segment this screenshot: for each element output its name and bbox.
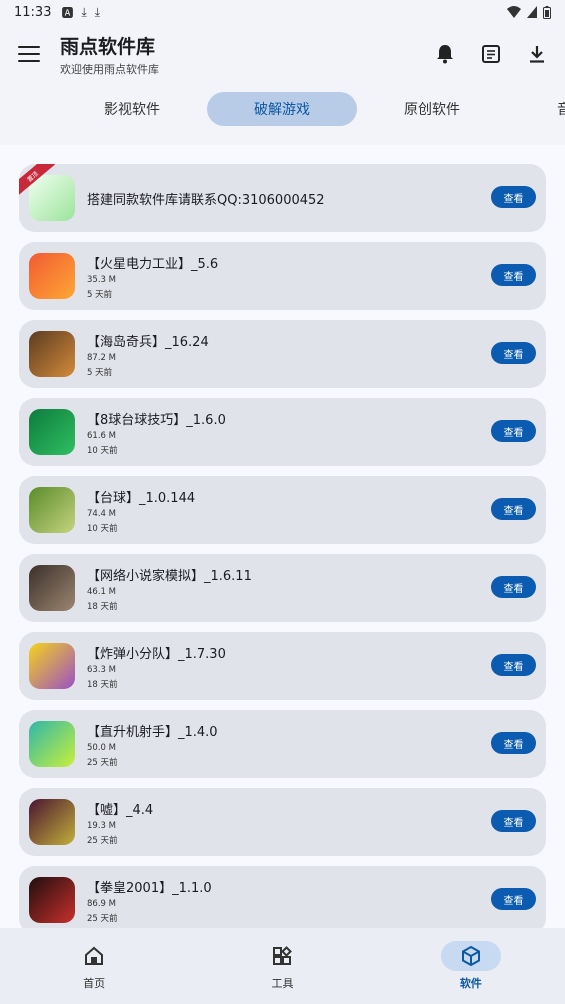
tab-cracked-games[interactable]: 破解游戏 <box>207 92 357 126</box>
app-size: 35.3 M <box>87 274 116 285</box>
view-button[interactable]: 查看 <box>491 264 536 286</box>
list-item[interactable]: 【炸弹小分队】_1.7.30 63.3 M 18 天前 查看 <box>19 632 546 700</box>
app-size: 50.0 M <box>87 742 116 753</box>
page-subtitle: 欢迎使用雨点软件库 <box>60 62 159 76</box>
app-name: 搭建同款软件库请联系QQ:3106000452 <box>87 192 325 208</box>
app-icon <box>29 643 75 689</box>
view-button[interactable]: 查看 <box>491 810 536 832</box>
app-icon <box>29 175 75 221</box>
view-button[interactable]: 查看 <box>491 342 536 364</box>
app-icon <box>29 331 75 377</box>
app-time: 5 天前 <box>87 289 113 300</box>
list-item[interactable]: 【直升机射手】_1.4.0 50.0 M 25 天前 查看 <box>19 710 546 778</box>
app-size: 63.3 M <box>87 664 116 675</box>
menu-icon[interactable] <box>18 46 40 62</box>
download-status-icon-2: ⤓ <box>94 4 101 19</box>
app-size: 19.3 M <box>87 820 116 831</box>
notes-icon[interactable] <box>481 44 501 64</box>
page-title: 雨点软件库 <box>60 35 156 58</box>
nav-tools-label: 工具 <box>271 977 294 990</box>
app-bar: 雨点软件库 欢迎使用雨点软件库 <box>0 24 565 84</box>
app-size: 86.9 M <box>87 898 116 909</box>
bell-icon[interactable] <box>435 44 455 64</box>
view-button[interactable]: 查看 <box>491 576 536 598</box>
view-button[interactable]: 查看 <box>491 732 536 754</box>
notification-a-icon: 🅰 <box>61 5 74 20</box>
app-icon <box>29 253 75 299</box>
nav-software[interactable]: 软件 <box>377 928 565 1004</box>
app-icon <box>29 487 75 533</box>
view-button[interactable]: 查看 <box>491 498 536 520</box>
app-time: 18 天前 <box>87 679 118 690</box>
app-icon <box>29 565 75 611</box>
list-item[interactable]: 【台球】_1.0.144 74.4 M 10 天前 查看 <box>19 476 546 544</box>
app-time: 10 天前 <box>87 445 118 456</box>
app-time: 25 天前 <box>87 835 118 846</box>
nav-home[interactable]: 首页 <box>0 928 188 1004</box>
battery-icon <box>543 5 551 19</box>
list-item[interactable]: 【火星电力工业】_5.6 35.3 M 5 天前 查看 <box>19 242 546 310</box>
status-bar: 11:33 🅰 ⤓ ⤓ <box>0 0 565 24</box>
view-button[interactable]: 查看 <box>491 186 536 208</box>
download-status-icon: ⤓ <box>81 4 87 19</box>
app-size: 74.4 M <box>87 508 116 519</box>
nav-tools[interactable]: 工具 <box>188 928 376 1004</box>
app-size: 87.2 M <box>87 352 116 363</box>
cube-icon <box>440 941 501 971</box>
app-name: 【8球台球技巧】_1.6.0 <box>87 412 226 428</box>
tab-novel[interactable]: 说 <box>0 92 32 126</box>
status-time: 11:33 <box>14 4 52 20</box>
app-icon <box>29 409 75 455</box>
list-item[interactable]: 【拳皇2001】_1.1.0 86.9 M 25 天前 查看 <box>19 866 546 928</box>
home-icon <box>64 941 124 971</box>
app-name: 【炸弹小分队】_1.7.30 <box>87 646 226 662</box>
view-button[interactable]: 查看 <box>491 420 536 442</box>
app-time: 10 天前 <box>87 523 118 534</box>
app-icon <box>29 799 75 845</box>
app-name: 【拳皇2001】_1.1.0 <box>87 880 212 896</box>
app-list: 置顶 搭建同款软件库请联系QQ:3106000452 查看 【火星电力工业】_5… <box>0 145 565 928</box>
tab-audio[interactable]: 音 <box>529 92 565 126</box>
app-time: 25 天前 <box>87 757 118 768</box>
app-name: 【海岛奇兵】_16.24 <box>87 334 209 350</box>
app-icon <box>29 721 75 767</box>
app-time: 18 天前 <box>87 601 118 612</box>
wifi-icon <box>507 6 521 18</box>
list-item[interactable]: 【网络小说家模拟】_1.6.11 46.1 M 18 天前 查看 <box>19 554 546 622</box>
app-time: 5 天前 <box>87 367 113 378</box>
category-tabs: 说 影视软件 破解游戏 原创软件 音 <box>0 84 565 144</box>
app-name: 【嘘】_4.4 <box>87 802 154 818</box>
bottom-navigation: 首页 工具 软件 <box>0 928 565 1004</box>
list-item[interactable]: 【海岛奇兵】_16.24 87.2 M 5 天前 查看 <box>19 320 546 388</box>
view-button[interactable]: 查看 <box>491 654 536 676</box>
app-name: 【台球】_1.0.144 <box>87 490 196 506</box>
app-size: 61.6 M <box>87 430 116 441</box>
view-button[interactable]: 查看 <box>491 888 536 910</box>
signal-icon <box>527 6 537 18</box>
app-icon <box>29 877 75 923</box>
grid-icon <box>252 941 312 971</box>
tab-video-software[interactable]: 影视软件 <box>57 92 207 126</box>
download-icon[interactable] <box>527 44 547 64</box>
nav-software-label: 软件 <box>459 977 482 990</box>
list-item[interactable]: 【嘘】_4.4 19.3 M 25 天前 查看 <box>19 788 546 856</box>
app-name: 【直升机射手】_1.4.0 <box>87 724 218 740</box>
list-item[interactable]: 【8球台球技巧】_1.6.0 61.6 M 10 天前 查看 <box>19 398 546 466</box>
nav-home-label: 首页 <box>83 977 106 990</box>
app-size: 46.1 M <box>87 586 116 597</box>
app-name: 【火星电力工业】_5.6 <box>87 256 219 272</box>
tab-original-software[interactable]: 原创软件 <box>357 92 507 126</box>
app-time: 25 天前 <box>87 913 118 924</box>
app-name: 【网络小说家模拟】_1.6.11 <box>87 568 252 584</box>
list-item[interactable]: 置顶 搭建同款软件库请联系QQ:3106000452 查看 <box>19 164 546 232</box>
